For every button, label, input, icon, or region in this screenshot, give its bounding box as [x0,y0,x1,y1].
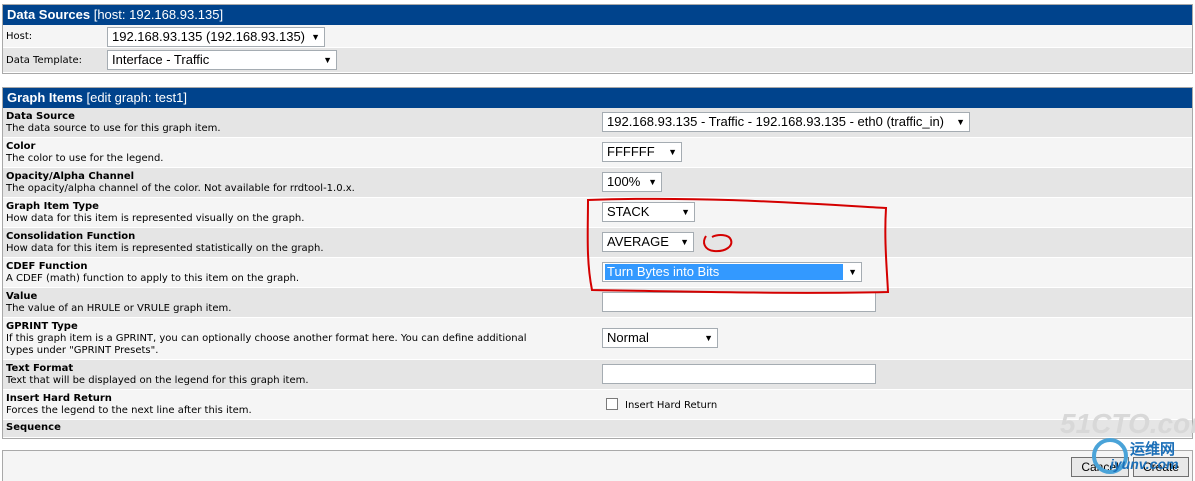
data-sources-panel: Data Sources [host: 192.168.93.135] Host… [2,4,1193,74]
host-row: Host: 192.168.93.135 (192.168.93.135) ▼ [3,25,1192,48]
data-source-select[interactable]: 192.168.93.135 - Traffic - 192.168.93.13… [602,112,970,132]
opacity-select-value: 100% [607,174,641,189]
graph-items-panel: Graph Items [edit graph: test1] Data Sou… [2,87,1193,439]
value-title: Value [6,291,38,302]
data-sources-title: Data Sources [7,7,91,22]
graph-items-title: Graph Items [7,90,83,105]
opacity-row: Opacity/Alpha Channel The opacity/alpha … [3,168,1192,198]
graph-item-type-select[interactable]: STACK ▼ [602,202,695,222]
cdef-function-select[interactable]: Turn Bytes into Bits ▼ [602,262,862,282]
chevron-down-icon: ▼ [311,32,320,42]
template-row: Data Template: Interface - Traffic ▼ [3,48,1192,73]
consolidation-function-select-value: AVERAGE [607,234,669,249]
cdef-function-title: CDEF Function [6,261,88,272]
graph-item-type-title: Graph Item Type [6,201,99,212]
graph-item-type-desc: How data for this item is represented vi… [6,213,305,224]
color-title: Color [6,141,36,152]
color-select[interactable]: FFFFFF ▼ [602,142,682,162]
insert-hard-return-title: Insert Hard Return [6,393,112,404]
gprint-type-select[interactable]: Normal ▼ [602,328,718,348]
color-desc: The color to use for the legend. [6,153,164,164]
host-label: Host: [6,31,33,42]
data-source-desc: The data source to use for this graph it… [6,123,221,134]
host-select[interactable]: 192.168.93.135 (192.168.93.135) ▼ [107,27,325,47]
chevron-down-icon: ▼ [648,177,657,187]
opacity-desc: The opacity/alpha channel of the color. … [6,183,355,194]
consolidation-function-title: Consolidation Function [6,231,136,242]
opacity-title: Opacity/Alpha Channel [6,171,135,182]
value-desc: The value of an HRULE or VRULE graph ite… [6,303,232,314]
data-template-select[interactable]: Interface - Traffic ▼ [107,50,337,70]
text-format-title: Text Format [6,363,74,374]
gprint-type-desc-2: types under "GPRINT Presets". [6,345,159,356]
text-format-row: Text Format Text that will be displayed … [3,360,1192,390]
graph-item-type-select-value: STACK [607,204,650,219]
host-select-value: 192.168.93.135 (192.168.93.135) [112,29,306,44]
button-bar: Cancel Create [2,450,1193,481]
chevron-down-icon: ▼ [704,333,713,343]
graph-items-header: Graph Items [edit graph: test1] [3,88,1192,108]
opacity-select[interactable]: 100% ▼ [602,172,662,192]
data-source-select-value: 192.168.93.135 - Traffic - 192.168.93.13… [607,114,945,129]
chevron-down-icon: ▼ [848,267,857,277]
text-format-input[interactable] [602,364,876,384]
data-source-row: Data Source The data source to use for t… [3,108,1192,138]
data-source-title: Data Source [6,111,75,122]
cdef-function-row: CDEF Function A CDEF (math) function to … [3,258,1192,288]
cdef-function-desc: A CDEF (math) function to apply to this … [6,273,300,284]
value-row: Value The value of an HRULE or VRULE gra… [3,288,1192,318]
data-sources-header: Data Sources [host: 192.168.93.135] [3,5,1192,25]
gprint-type-select-value: Normal [607,330,649,345]
chevron-down-icon: ▼ [956,117,965,127]
text-format-desc: Text that will be displayed on the legen… [6,375,309,386]
consolidation-function-select[interactable]: AVERAGE ▼ [602,232,694,252]
insert-hard-return-row: Insert Hard Return Forces the legend to … [3,390,1192,420]
cdef-function-select-value: Turn Bytes into Bits [605,264,843,280]
gprint-type-row: GPRINT Type If this graph item is a GPRI… [3,318,1192,360]
watermark-brand-en: iyunv.com [1110,456,1179,472]
chevron-down-icon: ▼ [668,147,677,157]
insert-hard-return-checkbox-label: Insert Hard Return [625,400,718,411]
consolidation-function-desc: How data for this item is represented st… [6,243,324,254]
graph-items-subtitle: [edit graph: test1] [86,90,187,105]
data-template-select-value: Interface - Traffic [112,52,210,67]
sequence-row: Sequence [3,420,1192,438]
insert-hard-return-desc: Forces the legend to the next line after… [6,405,252,416]
chevron-down-icon: ▼ [681,207,690,217]
chevron-down-icon: ▼ [680,237,689,247]
sequence-title: Sequence [6,422,61,433]
data-template-label: Data Template: [6,55,83,66]
consolidation-function-row: Consolidation Function How data for this… [3,228,1192,258]
color-row: Color The color to use for the legend. F… [3,138,1192,168]
chevron-down-icon: ▼ [323,55,332,65]
watermark-51cto: 51CTO.com [1060,408,1195,439]
cdef-function-select-text: Turn Bytes into Bits [607,264,720,279]
data-sources-subtitle: [host: 192.168.93.135] [93,7,224,22]
graph-item-type-row: Graph Item Type How data for this item i… [3,198,1192,228]
value-input[interactable] [602,292,876,312]
gprint-type-title: GPRINT Type [6,321,78,332]
insert-hard-return-checkbox[interactable] [606,398,618,410]
gprint-type-desc: If this graph item is a GPRINT, you can … [6,333,527,344]
color-select-value: FFFFFF [607,144,655,159]
